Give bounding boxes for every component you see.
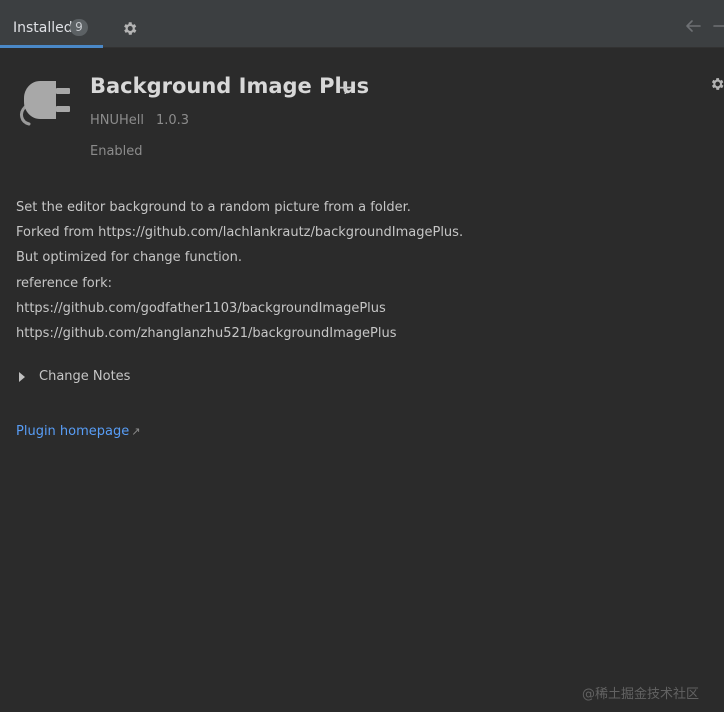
tab-bar: Installed 9 (0, 0, 724, 48)
installed-count-badge: 9 (70, 19, 88, 36)
plugin-description: Set the editor background to a random pi… (16, 198, 706, 349)
plugin-details-panel: Installed 9 Background Image Plus + HNUH… (0, 0, 724, 712)
tab-installed-label: Installed (13, 20, 73, 36)
plugin-status: Enabled (90, 144, 143, 159)
plugin-title: Background Image Plus (90, 74, 370, 98)
change-notes-label: Change Notes (39, 369, 131, 384)
description-line: https://github.com/zhanglanzhu521/backgr… (16, 325, 397, 341)
triangle-right-icon (19, 372, 25, 382)
description-line: Forked from https://github.com/lachlankr… (16, 225, 464, 241)
gear-icon[interactable] (709, 76, 724, 92)
tab-installed[interactable]: Installed 9 (0, 0, 103, 48)
arrow-right-icon[interactable] (712, 17, 724, 35)
arrow-left-icon[interactable] (684, 17, 702, 35)
description-line: https://github.com/godfather1103/backgro… (16, 300, 386, 316)
plugin-homepage-link[interactable]: Plugin homepage ↗ (16, 423, 140, 441)
plugin-vendor: HNUHell (90, 113, 145, 128)
description-line: Set the editor background to a random pi… (16, 200, 411, 215)
plugin-homepage-label: Plugin homepage (16, 424, 130, 439)
external-link-icon: ↗ (131, 425, 141, 438)
plug-icon (20, 81, 70, 126)
plus-icon: + (337, 75, 354, 99)
gear-icon[interactable] (121, 20, 138, 37)
description-line: reference fork: (16, 275, 112, 291)
plugin-version: 1.0.3 (156, 113, 190, 128)
watermark: @稀土掘金技术社区 (582, 687, 700, 702)
description-line: But optimized for change function. (16, 250, 243, 266)
